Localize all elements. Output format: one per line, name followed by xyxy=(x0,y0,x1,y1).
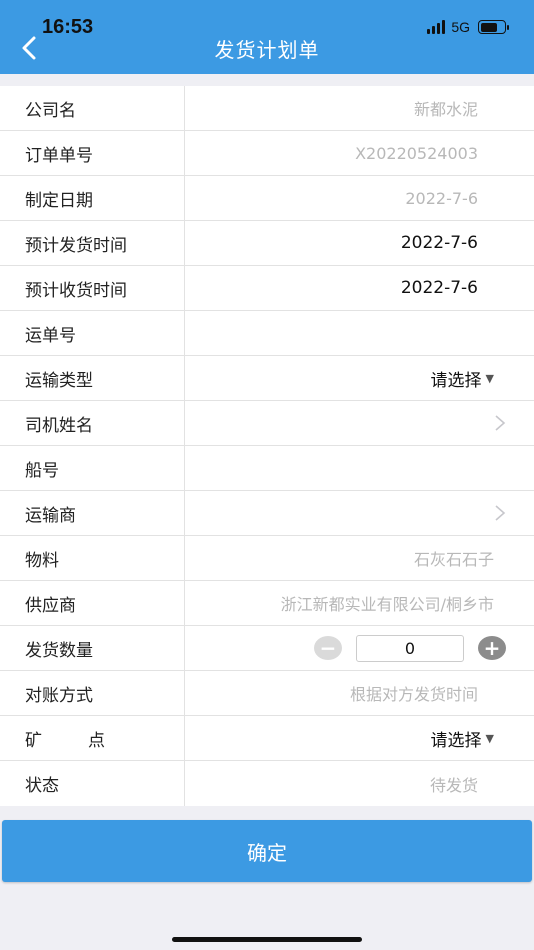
material-value: 石灰石石子 xyxy=(413,550,494,569)
shipping-plan-form: 公司名 新都水泥 订单单号 X20220524003 制定日期 2022-7-6… xyxy=(0,86,534,806)
form-row-supplier: 供应商 浙江新都实业有限公司/桐乡市 xyxy=(0,581,534,626)
plan-receive-time-label: 预计收货时间 xyxy=(0,266,185,310)
waybill-no-input[interactable] xyxy=(185,311,534,355)
form-row-status: 状态 待发货 xyxy=(0,761,534,806)
company-label: 公司名 xyxy=(0,86,185,130)
supplier-label: 供应商 xyxy=(0,581,185,625)
decrement-button[interactable]: − xyxy=(314,636,342,660)
form-row-plan-receive-time[interactable]: 预计收货时间 2022-7-6 xyxy=(0,266,534,311)
order-no-value: X20220524003 xyxy=(355,143,478,163)
transport-type-value: 请选择 xyxy=(430,370,482,391)
form-row-reconcile-method: 对账方式 根据对方发货时间 xyxy=(0,671,534,716)
caret-down-icon: ▼ xyxy=(485,731,494,745)
signal-icon xyxy=(427,20,446,34)
form-row-ship-no[interactable]: 船号 xyxy=(0,446,534,491)
transport-type-label: 运输类型 xyxy=(0,356,185,400)
ship-no-input[interactable] xyxy=(185,446,534,490)
ship-no-label: 船号 xyxy=(0,446,185,490)
plan-ship-time-label: 预计发货时间 xyxy=(0,221,185,265)
form-row-transport-type[interactable]: 运输类型 请选择 ▼ xyxy=(0,356,534,401)
mine-point-value: 请选择 xyxy=(430,730,482,751)
form-row-create-date: 制定日期 2022-7-6 xyxy=(0,176,534,221)
supplier-value: 浙江新都实业有限公司/桐乡市 xyxy=(280,595,494,614)
reconcile-method-value: 根据对方发货时间 xyxy=(349,685,478,704)
form-row-material: 物料 石灰石石子 xyxy=(0,536,534,581)
form-row-mine-point[interactable]: 矿 点 请选择 ▼ xyxy=(0,716,534,761)
mine-point-select[interactable]: 请选择 ▼ xyxy=(185,716,534,760)
app-header: 16:53 5G 发货计划单 xyxy=(0,0,534,74)
carrier-selector[interactable] xyxy=(185,491,534,535)
form-row-company: 公司名 新都水泥 xyxy=(0,86,534,131)
form-row-driver-name[interactable]: 司机姓名 xyxy=(0,401,534,446)
waybill-no-label: 运单号 xyxy=(0,311,185,355)
network-label: 5G xyxy=(451,19,470,35)
create-date-label: 制定日期 xyxy=(0,176,185,220)
quantity-input[interactable] xyxy=(356,634,464,662)
material-label: 物料 xyxy=(0,536,185,580)
company-value: 新都水泥 xyxy=(413,100,478,119)
order-no-label: 订单单号 xyxy=(0,131,185,175)
status-value: 待发货 xyxy=(429,775,478,795)
form-row-order-no: 订单单号 X20220524003 xyxy=(0,131,534,176)
mine-point-label-part1: 矿 xyxy=(25,730,42,751)
status-label: 状态 xyxy=(0,761,185,806)
ship-qty-label: 发货数量 xyxy=(0,626,185,670)
confirm-button[interactable]: 确定 xyxy=(2,820,532,882)
quantity-stepper: − + xyxy=(185,626,534,670)
mine-point-label-part2: 点 xyxy=(88,730,105,751)
chevron-right-icon xyxy=(495,415,506,431)
driver-name-label: 司机姓名 xyxy=(0,401,185,445)
form-row-plan-ship-time[interactable]: 预计发货时间 2022-7-6 xyxy=(0,221,534,266)
form-row-carrier[interactable]: 运输商 xyxy=(0,491,534,536)
form-row-ship-qty: 发货数量 − + xyxy=(0,626,534,671)
carrier-label: 运输商 xyxy=(0,491,185,535)
caret-down-icon: ▼ xyxy=(485,371,494,385)
plan-receive-time-picker[interactable]: 2022-7-6 xyxy=(185,266,534,310)
driver-name-selector[interactable] xyxy=(185,401,534,445)
reconcile-method-label: 对账方式 xyxy=(0,671,185,715)
battery-icon xyxy=(478,20,509,34)
page-title: 发货计划单 xyxy=(214,38,320,62)
chevron-right-icon xyxy=(495,505,506,521)
home-indicator xyxy=(172,937,362,942)
plan-ship-time-picker[interactable]: 2022-7-6 xyxy=(185,221,534,265)
form-row-waybill-no[interactable]: 运单号 xyxy=(0,311,534,356)
increment-button[interactable]: + xyxy=(478,636,506,660)
mine-point-label: 矿 点 xyxy=(0,716,185,760)
transport-type-select[interactable]: 请选择 ▼ xyxy=(185,356,534,400)
create-date-value: 2022-7-6 xyxy=(405,188,478,208)
